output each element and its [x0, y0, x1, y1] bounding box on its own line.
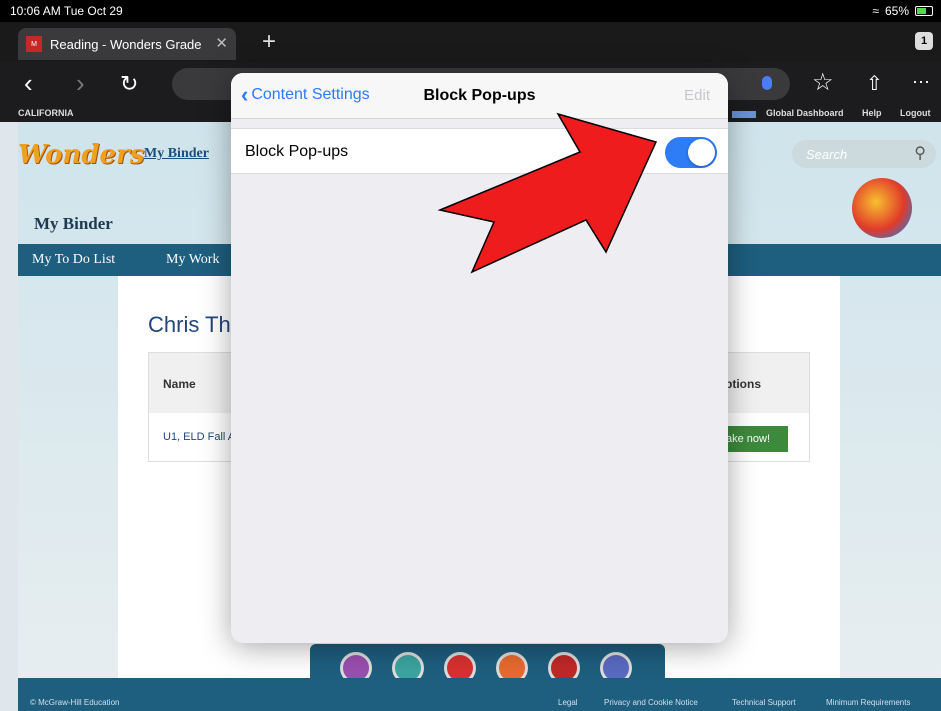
search-icon[interactable]: ⚲: [914, 143, 926, 163]
microphone-icon[interactable]: [762, 76, 772, 90]
popover-title: Block Pop-ups: [423, 87, 536, 104]
share-icon[interactable]: ⇧: [866, 71, 883, 96]
wonders-logo[interactable]: Wonders: [18, 140, 144, 170]
battery-icon: [915, 6, 933, 16]
new-tab-icon[interactable]: +: [262, 28, 276, 56]
column-header-options: ptions: [725, 377, 761, 391]
nav-my-to-do-list[interactable]: My To Do List: [32, 252, 115, 268]
red-arrow-annotation: [437, 112, 658, 274]
take-now-button[interactable]: ake now!: [718, 426, 788, 452]
bookmark-logout[interactable]: Logout: [900, 108, 931, 118]
my-binder-link[interactable]: My Binder: [144, 146, 209, 162]
footer-link-requirements[interactable]: Minimum Requirements: [826, 698, 910, 707]
browser-tab[interactable]: M Reading - Wonders Grade ✕: [18, 28, 236, 60]
parrot-mascot-image: [852, 178, 912, 238]
browser-tab-bar: M Reading - Wonders Grade ✕ + 1: [0, 22, 941, 62]
mcgraw-hill-favicon-icon: M: [26, 36, 42, 52]
bookmark-help[interactable]: Help: [862, 108, 882, 118]
status-bar: 10:06 AM Tue Oct 29 ≈ 65%: [0, 0, 941, 22]
status-time: 10:06 AM Tue Oct 29: [10, 4, 123, 18]
page-footer: © McGraw-Hill Education Legal Privacy an…: [18, 678, 941, 711]
bookmark-blue-item[interactable]: [732, 111, 756, 118]
edit-button[interactable]: Edit: [684, 87, 710, 104]
page-title: My Binder: [34, 214, 113, 233]
footer-copyright: © McGraw-Hill Education: [30, 698, 120, 707]
bookmark-star-icon[interactable]: ☆: [812, 68, 834, 97]
column-header-name: Name: [163, 377, 196, 391]
more-icon[interactable]: ⋯: [912, 72, 930, 93]
student-name: Chris Th: [148, 312, 231, 337]
forward-icon[interactable]: ›: [76, 68, 85, 99]
tab-title: Reading - Wonders Grade: [50, 36, 202, 52]
footer-link-support[interactable]: Technical Support: [732, 698, 796, 707]
footer-link-privacy[interactable]: Privacy and Cookie Notice: [604, 698, 698, 707]
block-popups-label: Block Pop-ups: [245, 143, 349, 160]
footer-link-legal[interactable]: Legal: [558, 698, 578, 707]
bookmark-california[interactable]: CALIFORNIA: [18, 108, 74, 118]
search-placeholder: Search: [806, 147, 848, 162]
reload-icon[interactable]: ↻: [120, 71, 138, 97]
wifi-icon: ≈: [872, 4, 879, 18]
bookmark-global-dashboard[interactable]: Global Dashboard: [766, 108, 844, 118]
search-input[interactable]: Search ⚲: [792, 140, 936, 168]
toggle-knob: [688, 139, 715, 166]
arrow-shape: [437, 112, 658, 274]
back-icon[interactable]: ‹: [24, 68, 33, 99]
assignment-name[interactable]: U1, ELD Fall A: [163, 431, 235, 443]
nav-my-work[interactable]: My Work: [166, 252, 219, 268]
battery-percent: 65%: [884, 4, 909, 18]
tab-count-button[interactable]: 1: [915, 32, 933, 50]
close-tab-icon[interactable]: ✕: [215, 34, 228, 52]
